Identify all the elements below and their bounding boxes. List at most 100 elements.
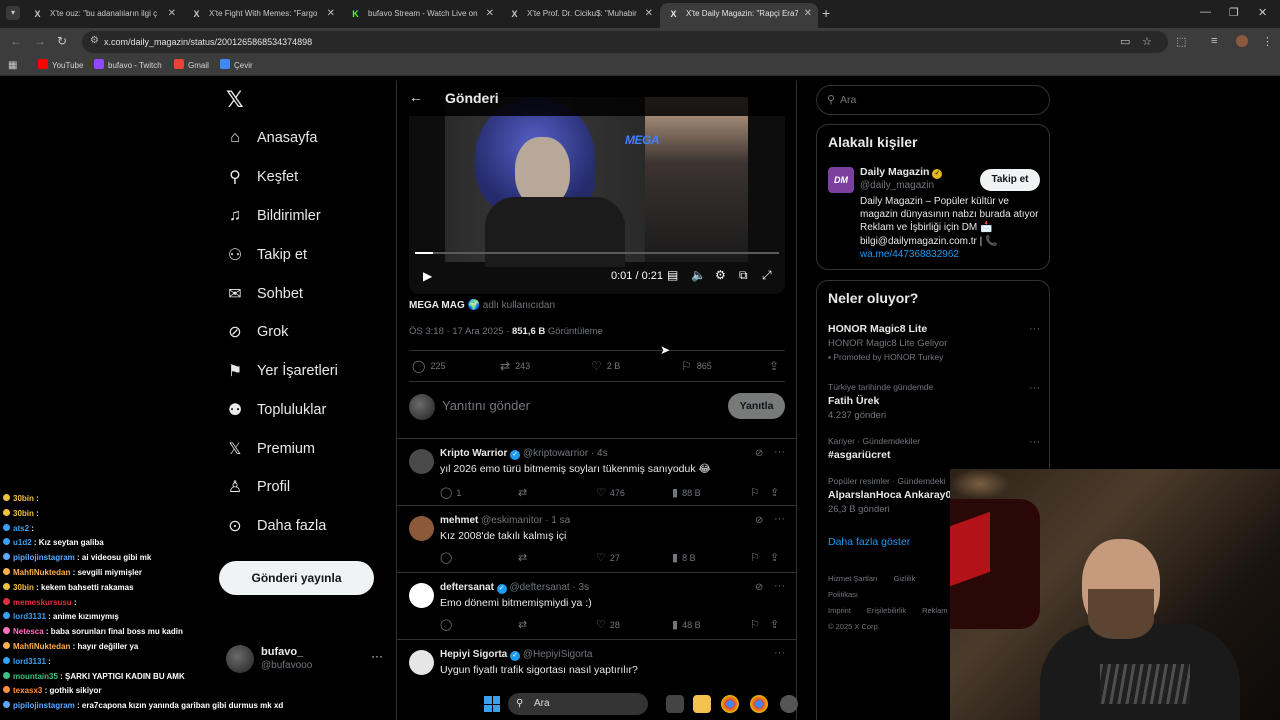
file-explorer-icon[interactable] bbox=[693, 695, 711, 713]
share-action[interactable]: ⇪ bbox=[770, 551, 783, 564]
related-name[interactable]: Daily Magazin ✓ bbox=[860, 166, 943, 179]
trend-item[interactable]: Türkiye tarihinde gündemde Fatih Ürek 4.… bbox=[828, 382, 1040, 421]
settings-gear-icon[interactable]: ⚙ bbox=[715, 268, 726, 282]
views-action[interactable]: ▮ 8 B bbox=[672, 551, 696, 564]
close-icon[interactable]: ✕ bbox=[327, 3, 335, 25]
grok-icon[interactable]: ⊘ bbox=[755, 515, 763, 526]
bookmark-twitch[interactable]: bufavo - Twitch bbox=[94, 59, 162, 73]
like-action[interactable]: ♡ 27 bbox=[596, 551, 620, 564]
repost-action[interactable]: ⇄ 243 bbox=[500, 359, 530, 373]
pip-icon[interactable]: ⧉ bbox=[739, 268, 748, 283]
repost-action[interactable]: ⇄ bbox=[518, 551, 531, 564]
chat-username[interactable]: MahfiNuktedan bbox=[13, 642, 70, 651]
author-handle[interactable]: @deftersanat · 3s bbox=[509, 582, 589, 593]
nav-explore[interactable]: ⚲ Keşfet bbox=[226, 162, 298, 192]
search-input[interactable]: ⚲ Ara bbox=[816, 85, 1050, 115]
reply-tweet[interactable]: mehmet @eskimanitor · 1 sa ⊘ ··· Kız 200… bbox=[397, 505, 796, 571]
chat-username[interactable]: 30bin bbox=[13, 583, 34, 592]
chat-username[interactable]: pipilojinstagram bbox=[13, 701, 75, 710]
close-icon[interactable]: ✕ bbox=[486, 3, 494, 25]
like-action[interactable]: ♡ 476 bbox=[596, 486, 625, 499]
related-handle[interactable]: @daily_magazin bbox=[860, 180, 934, 191]
chat-username[interactable]: u1d2 bbox=[13, 538, 32, 547]
tab-4[interactable]: X X'te Prof. Dr. Ciciku$: "Muhabir ✕ bbox=[501, 3, 659, 28]
repost-action[interactable]: ⇄ bbox=[518, 486, 531, 499]
author-name[interactable]: deftersanat bbox=[440, 582, 494, 593]
share-action[interactable]: ⇪ bbox=[770, 486, 783, 499]
author-name[interactable]: mehmet bbox=[440, 515, 478, 526]
nav-bookmarks[interactable]: ⚑ Yer İşaretleri bbox=[226, 356, 338, 386]
follow-button[interactable]: Takip et bbox=[980, 169, 1040, 191]
nav-home[interactable]: ⌂ Anasayfa bbox=[226, 123, 317, 153]
video-player[interactable]: MEGA ▶ 0:01 / 0:21 ▤ 🔈 ⚙ ⧉ ⤢ bbox=[409, 97, 785, 294]
trend-item[interactable]: Kariyer · Gündemdekiler #asgariücret ··· bbox=[828, 436, 1040, 461]
close-icon[interactable]: ✕ bbox=[804, 3, 812, 25]
footer-link[interactable]: Hizmet Şartları bbox=[828, 574, 878, 583]
chat-username[interactable]: pipilojinstagram bbox=[13, 553, 75, 562]
avatar[interactable] bbox=[409, 650, 434, 675]
chat-username[interactable]: Netesca bbox=[13, 627, 44, 636]
window-close-icon[interactable]: ✕ bbox=[1258, 6, 1267, 19]
chat-username[interactable]: lord3131 bbox=[13, 612, 46, 621]
more-horizontal-icon[interactable]: ··· bbox=[1029, 436, 1040, 448]
volume-icon[interactable]: 🔈 bbox=[691, 268, 706, 282]
footer-link[interactable]: Erişilebilirlik bbox=[867, 606, 906, 615]
author-name[interactable]: Hepiyi Sigorta bbox=[440, 649, 507, 660]
chat-username[interactable]: 30bin bbox=[13, 494, 34, 503]
like-action[interactable]: ♡ 2 B bbox=[591, 359, 620, 373]
minimize-icon[interactable]: — bbox=[1200, 6, 1211, 18]
tab-5-active[interactable]: X X'te Daily Magazin: "Rapçi Era7 ✕ bbox=[660, 3, 818, 28]
chat-username[interactable]: mountain35 bbox=[13, 672, 58, 681]
bookmark-action[interactable]: ⚐ bbox=[750, 618, 764, 631]
chrome-icon[interactable] bbox=[721, 695, 739, 713]
nav-premium[interactable]: 𝕏 Premium bbox=[226, 434, 315, 464]
like-action[interactable]: ♡ 28 bbox=[596, 618, 620, 631]
footer-link[interactable]: Imprint bbox=[828, 606, 851, 615]
tab-2[interactable]: X X'te Fight With Memes: "Fargo ✕ bbox=[183, 3, 341, 28]
grok-icon[interactable]: ⊘ bbox=[755, 582, 763, 593]
x-logo-icon[interactable]: 𝕏 bbox=[226, 87, 244, 113]
author-handle[interactable]: @HepiyiSigorta bbox=[523, 649, 593, 660]
more-horizontal-icon[interactable]: ··· bbox=[371, 649, 383, 663]
chat-username[interactable]: ats2 bbox=[13, 524, 29, 533]
back-arrow-icon[interactable]: ← bbox=[409, 89, 423, 105]
repost-action[interactable]: ⇄ bbox=[518, 618, 531, 631]
fullscreen-icon[interactable]: ⤢ bbox=[762, 268, 772, 283]
nav-grok[interactable]: ⊘ Grok bbox=[226, 317, 288, 347]
taskbar-search[interactable]: ⚲ Ara bbox=[508, 693, 648, 715]
avatar[interactable]: DM bbox=[828, 167, 854, 193]
related-link[interactable]: wa.me/447368832962 bbox=[860, 249, 959, 260]
tab-3[interactable]: K bufavo Stream - Watch Live on ✕ bbox=[342, 3, 500, 28]
kebab-menu-icon[interactable]: ⋮ bbox=[1262, 35, 1273, 48]
author-handle[interactable]: @kriptowarrior · 4s bbox=[523, 448, 608, 459]
star-icon[interactable]: ☆ bbox=[1142, 35, 1152, 48]
source-name[interactable]: MEGA MAG bbox=[409, 300, 465, 311]
bookmark-action[interactable]: ⚐ 865 bbox=[681, 359, 712, 373]
more-horizontal-icon[interactable]: ··· bbox=[1029, 323, 1040, 335]
reply-tweet[interactable]: deftersanat ✓ @deftersanat · 3s ⊘ ··· Em… bbox=[397, 572, 796, 638]
reply-action[interactable]: ◯ bbox=[440, 618, 456, 631]
steam-icon[interactable] bbox=[780, 695, 798, 713]
footer-link[interactable]: Reklam bbox=[922, 606, 947, 615]
tab-search-icon[interactable]: ▾ bbox=[6, 6, 20, 20]
bookmark-action[interactable]: ⚐ bbox=[750, 551, 764, 564]
site-info-icon[interactable]: ⚙ bbox=[90, 35, 99, 46]
captions-icon[interactable]: ▤ bbox=[667, 268, 678, 282]
play-icon[interactable]: ▶ bbox=[423, 269, 432, 283]
avatar[interactable] bbox=[409, 516, 434, 541]
new-tab-icon[interactable]: + bbox=[822, 5, 830, 21]
media-icon[interactable]: ≡ bbox=[1211, 35, 1217, 47]
chat-username[interactable]: 30bin bbox=[13, 509, 34, 518]
reply-action[interactable]: ◯ 1 bbox=[440, 486, 461, 499]
close-icon[interactable]: ✕ bbox=[645, 3, 653, 25]
author-handle[interactable]: @eskimanitor · 1 sa bbox=[481, 515, 570, 526]
chat-username[interactable]: memeskursusu bbox=[13, 598, 72, 607]
avatar[interactable] bbox=[409, 583, 434, 608]
reply-action[interactable]: ◯ 225 bbox=[412, 359, 445, 373]
reply-action[interactable]: ◯ bbox=[440, 551, 456, 564]
video-progress-bar[interactable] bbox=[415, 252, 779, 254]
share-action[interactable]: ⇪ bbox=[770, 618, 783, 631]
apps-grid-icon[interactable]: ▦ bbox=[8, 60, 17, 71]
reply-button[interactable]: Yanıtla bbox=[728, 393, 785, 419]
show-more-link[interactable]: Daha fazla göster bbox=[828, 536, 910, 548]
